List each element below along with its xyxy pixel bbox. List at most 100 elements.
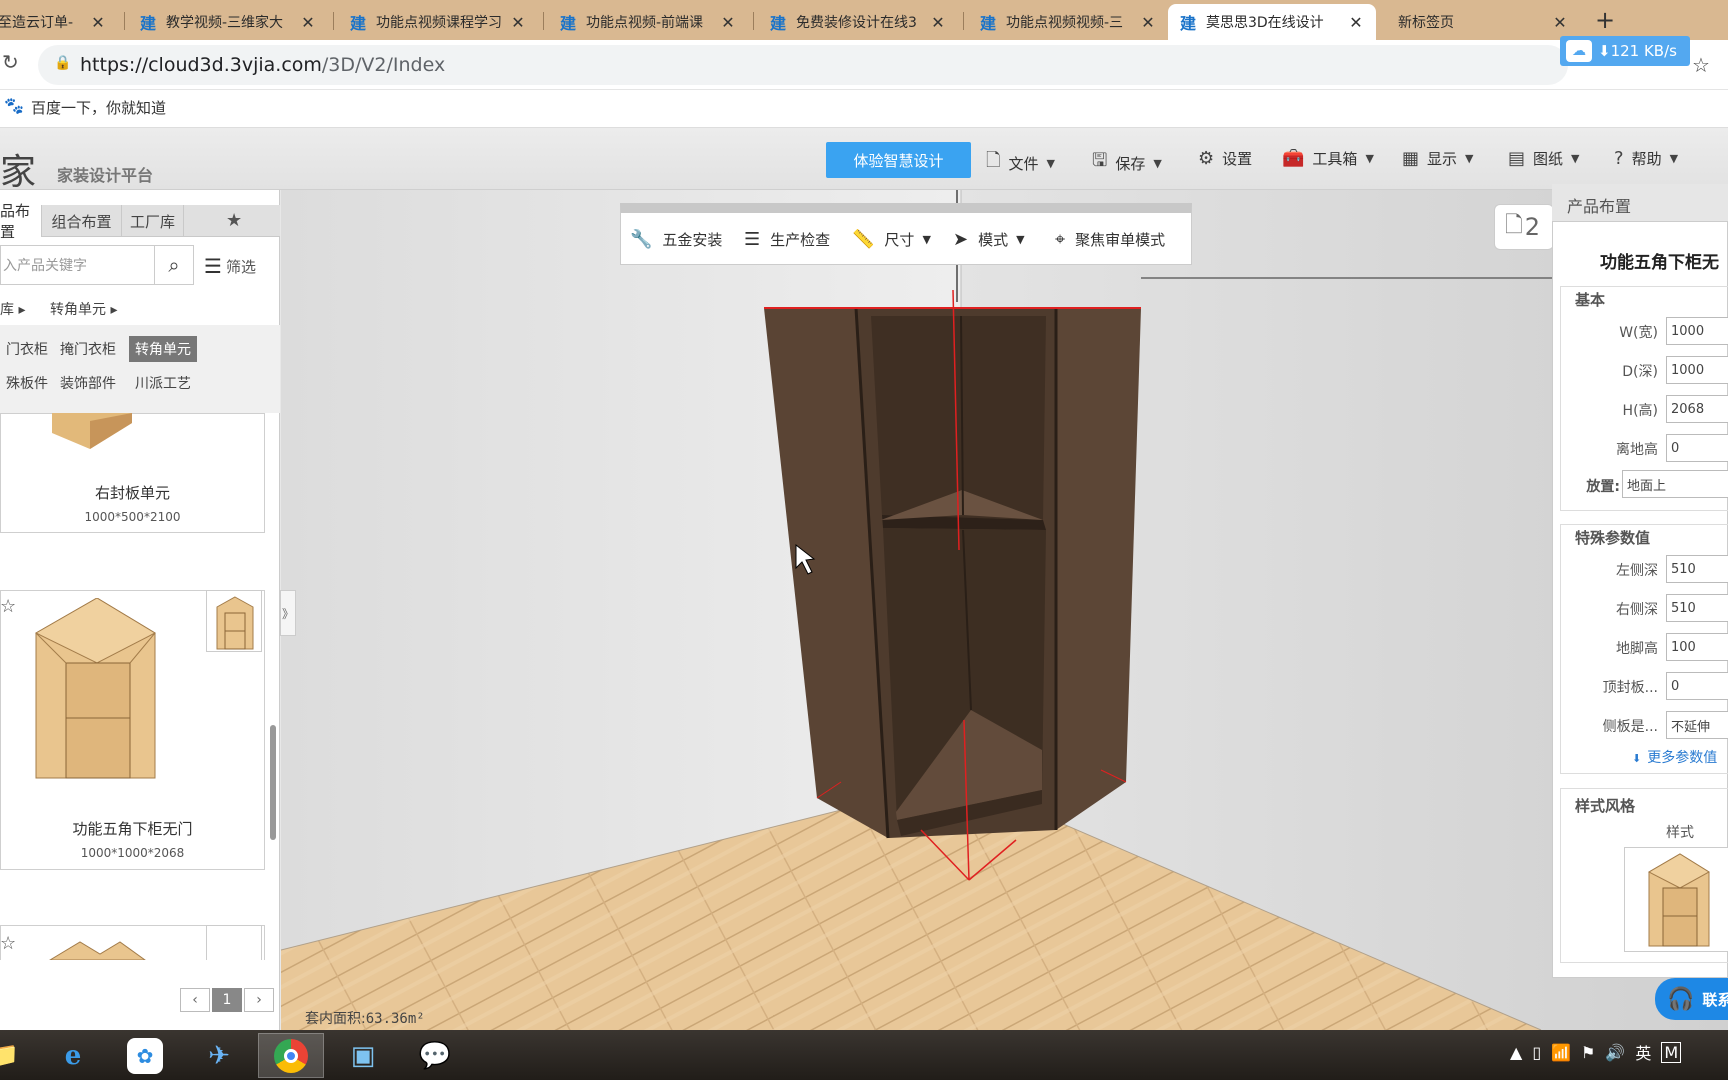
close-icon[interactable]: ✕: [928, 13, 948, 32]
network-speed-widget[interactable]: ☁ ⬇121 KB/s: [1560, 36, 1690, 66]
corner-cabinet-model[interactable]: [764, 289, 1141, 881]
elevation-input[interactable]: 0: [1666, 434, 1728, 462]
prev-page-button[interactable]: ‹: [180, 988, 210, 1012]
browser-tab-6[interactable]: 建 功能点视频视频-三 ✕: [968, 4, 1168, 40]
browser-tab-5[interactable]: 建 免费装修设计在线3 ✕: [758, 4, 958, 40]
favorites-star-icon[interactable]: ★: [226, 210, 242, 231]
tray-ime[interactable]: M: [1661, 1041, 1682, 1063]
net-speed-value: ⬇121 KB/s: [1598, 42, 1677, 60]
tab-product-layout[interactable]: 品布置: [0, 202, 42, 241]
product-thumbnail: [34, 598, 157, 779]
new-tab-button[interactable]: +: [1595, 6, 1615, 34]
browser-tab-newtab[interactable]: 新标签页 ✕: [1380, 4, 1580, 40]
tool-production-check[interactable]: ☰ 生产检查: [744, 229, 830, 250]
favorite-star-icon[interactable]: ☆: [0, 596, 16, 617]
tray-battery-icon[interactable]: ▯: [1532, 1043, 1541, 1062]
reload-icon[interactable]: ↻: [2, 50, 19, 74]
tray-language[interactable]: 英: [1635, 1040, 1651, 1064]
next-page-button[interactable]: ›: [244, 988, 274, 1012]
category-corner-unit[interactable]: 转角单元: [129, 336, 197, 362]
tray-flag-icon[interactable]: ⚑: [1581, 1043, 1595, 1062]
product-search-input[interactable]: 入产品关键字: [0, 245, 155, 285]
tool-label: 尺寸: [884, 231, 915, 249]
menu-file[interactable]: 🗋 文件 ▼: [986, 148, 1055, 178]
taskbar-wechat-icon[interactable]: 💬: [402, 1033, 468, 1078]
toe-kick-input[interactable]: 100: [1666, 633, 1728, 661]
menu-drawings[interactable]: ▤ 图纸 ▼: [1508, 148, 1580, 169]
contact-support-button[interactable]: 🎧 联系: [1655, 978, 1728, 1020]
tool-focus-review[interactable]: ⌖ 聚焦审单模式: [1055, 229, 1165, 250]
category-door-wardrobe[interactable]: 门衣柜: [0, 336, 54, 362]
category-special-panel[interactable]: 殊板件: [0, 370, 54, 396]
product-alt-thumbnail[interactable]: [206, 590, 262, 652]
close-icon[interactable]: ✕: [1346, 13, 1366, 32]
tab-factory-library[interactable]: 工厂库: [122, 205, 184, 237]
taskbar-ie-icon[interactable]: e: [40, 1033, 106, 1078]
browser-tab-active[interactable]: 建 莫思思3D在线设计 ✕: [1168, 4, 1376, 40]
right-depth-input[interactable]: 510: [1666, 594, 1728, 622]
product-alt-thumbnail[interactable]: [206, 925, 262, 960]
browser-tab-4[interactable]: 建 功能点视频-前端课 ✕: [548, 4, 748, 40]
bookmark-star-icon[interactable]: ☆: [1692, 53, 1710, 77]
view-mode-badge[interactable]: 🗋 2: [1494, 204, 1554, 250]
taskbar-chrome-icon[interactable]: [258, 1033, 324, 1078]
top-panel-input[interactable]: 0: [1666, 672, 1728, 700]
field-height-label: H(高): [1622, 403, 1658, 419]
category-swing-wardrobe[interactable]: 掩门衣柜: [54, 336, 122, 362]
tool-label: 模式: [978, 231, 1009, 249]
tool-label: 生产检查: [770, 231, 831, 249]
breadcrumb-corner-unit[interactable]: 转角单元 ▸: [50, 299, 117, 319]
3d-viewport[interactable]: [281, 190, 1728, 1030]
tab-combo-layout[interactable]: 组合布置: [42, 205, 122, 237]
taskbar-3vjia-icon[interactable]: ✿: [112, 1033, 178, 1078]
taskbar-explorer-icon[interactable]: 📁: [0, 1033, 36, 1078]
menu-settings[interactable]: ⚙ 设置: [1198, 148, 1252, 169]
side-panel-select[interactable]: 不延伸: [1666, 711, 1728, 739]
height-input[interactable]: 2068: [1666, 395, 1728, 423]
browser-tab-2[interactable]: 建 教学视频-三维家大 ✕: [128, 4, 328, 40]
browser-tab-3[interactable]: 建 功能点视频课程学习 ✕: [338, 4, 538, 40]
more-params-link[interactable]: ⬇ 更多参数值: [1632, 747, 1717, 767]
width-input[interactable]: 1000: [1666, 317, 1728, 345]
page-number[interactable]: 1: [212, 988, 242, 1012]
baidu-paw-icon[interactable]: 🐾: [4, 96, 24, 115]
breadcrumb-library[interactable]: 库 ▸: [0, 299, 25, 319]
browser-tab-1[interactable]: 至造云订单- ✕: [0, 4, 118, 40]
search-icon[interactable]: ⌕: [154, 245, 194, 285]
style-thumbnail[interactable]: [1624, 847, 1728, 952]
tray-up-arrow-icon[interactable]: ▲: [1510, 1043, 1522, 1062]
favorite-star-icon[interactable]: ☆: [0, 933, 16, 954]
category-decoration[interactable]: 装饰部件: [54, 370, 122, 396]
close-icon[interactable]: ✕: [1138, 13, 1158, 32]
collapse-panel-button[interactable]: 》: [280, 590, 296, 636]
menu-help[interactable]: ? 帮助 ▼: [1614, 148, 1678, 169]
app-logo-text: 家装设计平台: [57, 166, 154, 185]
close-icon[interactable]: ✕: [88, 13, 108, 32]
tab-label: 新标签页: [1398, 15, 1454, 31]
taskbar-control-panel-icon[interactable]: ▣: [330, 1033, 396, 1078]
menu-toolbox[interactable]: 🧰 工具箱 ▼: [1282, 148, 1374, 169]
depth-input[interactable]: 1000: [1666, 356, 1728, 384]
close-icon[interactable]: ✕: [508, 13, 528, 32]
tray-volume-icon[interactable]: 🔊: [1605, 1043, 1625, 1062]
left-depth-input[interactable]: 510: [1666, 555, 1728, 583]
lock-icon[interactable]: 🔒: [54, 55, 71, 71]
close-icon[interactable]: ✕: [718, 13, 738, 32]
tool-hardware-install[interactable]: 🔧 五金安装: [630, 229, 722, 250]
menu-save[interactable]: 🖫 保存 ▼: [1092, 148, 1162, 178]
left-panel-scrollbar[interactable]: [270, 725, 276, 840]
tool-mode[interactable]: ➤ 模式 ▼: [953, 229, 1025, 250]
tray-signal-icon[interactable]: 📶: [1551, 1043, 1571, 1062]
menu-display[interactable]: ▦ 显示 ▼: [1402, 148, 1474, 169]
close-icon[interactable]: ✕: [1550, 13, 1570, 32]
category-sichuan-craft[interactable]: 川派工艺: [129, 370, 197, 396]
wrench-icon: 🔧: [630, 229, 653, 250]
tool-dimension[interactable]: 📏 尺寸 ▼: [852, 229, 931, 250]
smart-design-button[interactable]: 体验智慧设计: [826, 142, 971, 178]
bookmark-baidu[interactable]: 百度一下，你就知道: [31, 97, 166, 118]
taskbar-feishu-icon[interactable]: ✈: [186, 1033, 252, 1078]
close-icon[interactable]: ✕: [298, 13, 318, 32]
url-text[interactable]: https://cloud3d.3vjia.com/3D/V2/Index: [80, 54, 445, 76]
filter-button[interactable]: ☰ 筛选: [204, 254, 256, 278]
placement-select[interactable]: 地面上: [1622, 470, 1728, 498]
